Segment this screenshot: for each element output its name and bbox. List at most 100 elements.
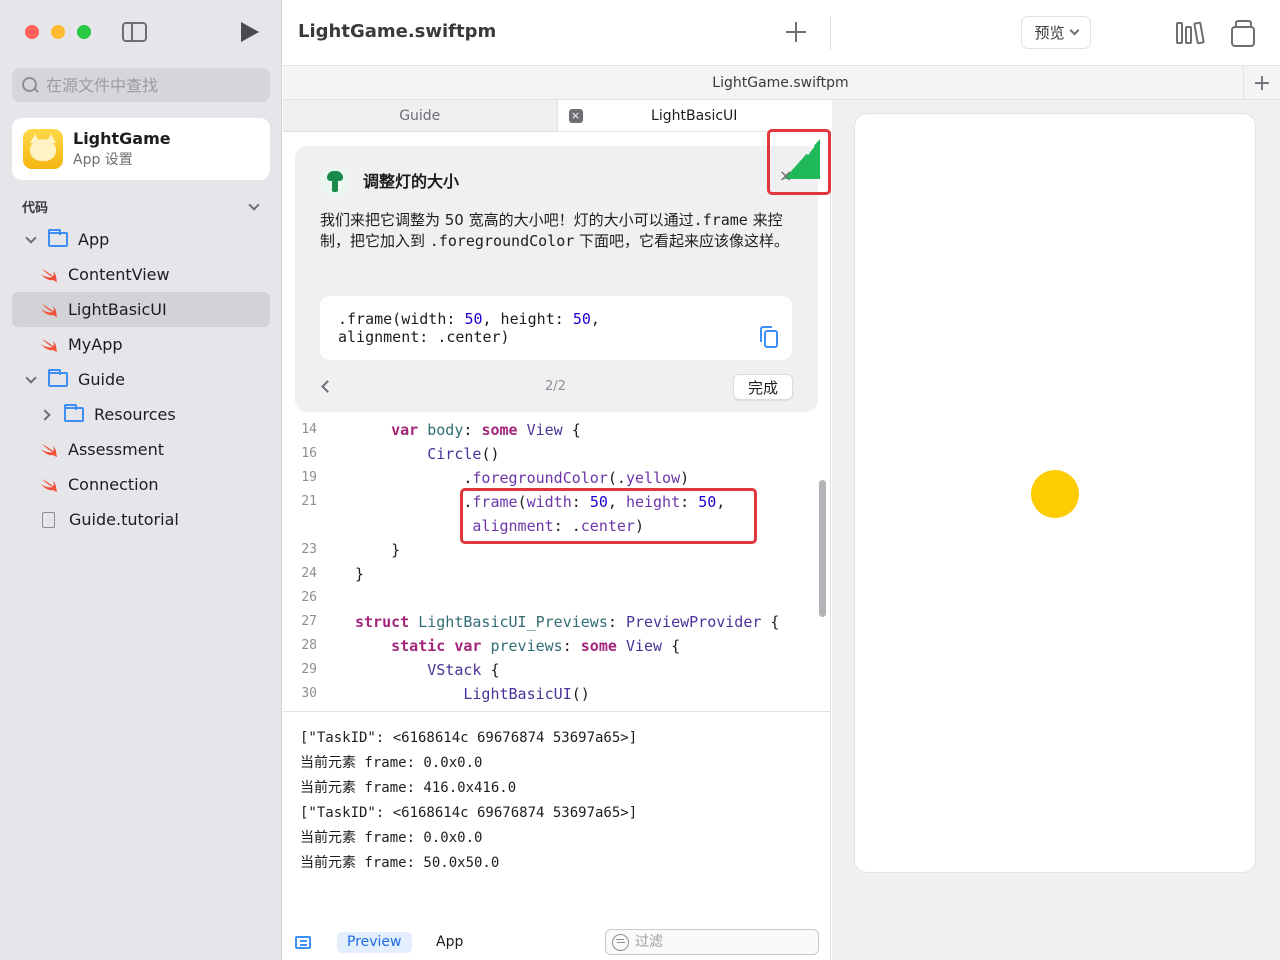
code-line[interactable]: 29 VStack { [283, 658, 831, 682]
chevron-down-icon[interactable] [24, 371, 38, 385]
code-line[interactable]: 19 .foregroundColor(.yellow) [283, 466, 831, 490]
tree-item-connection[interactable]: Connection [12, 467, 270, 502]
zoom-window-button[interactable] [77, 25, 91, 39]
code-line[interactable]: 24} [283, 562, 831, 586]
toolbar: LightGame.swiftpm 预览 [283, 0, 1280, 65]
tab-guide[interactable]: Guide [283, 100, 557, 131]
tree-item-label: ContentView [68, 265, 170, 284]
close-icon[interactable]: × [779, 166, 792, 185]
sidebar: LightGame App 设置 代码 App ContentView Ligh… [0, 0, 282, 960]
code-section-header[interactable]: 代码 [22, 197, 262, 216]
chevron-left-icon[interactable] [321, 380, 334, 393]
app-name: LightGame [73, 129, 171, 148]
library-icon[interactable] [1176, 20, 1205, 45]
plus-icon[interactable] [786, 22, 806, 42]
console-line: 当前元素 frame: 50.0x50.0 [300, 855, 500, 871]
windows-icon[interactable] [1231, 20, 1255, 47]
tree-item-label: App [78, 230, 110, 249]
preview-menu-label: 预览 [1034, 24, 1065, 42]
filter-input[interactable] [635, 934, 805, 950]
code-editor[interactable]: 14 var body: some View {16 Circle() 19 .f… [283, 418, 831, 708]
line-number: 24 [301, 566, 317, 581]
sidebar-toggle-icon[interactable] [122, 22, 147, 42]
tree-item-label: Assessment [68, 440, 164, 459]
line-number: 30 [301, 686, 317, 701]
console-line: ["TaskID": <6168614c 69676874 53697a65>] [300, 730, 638, 746]
code-line[interactable]: 16 Circle() [283, 442, 831, 466]
copy-icon[interactable] [760, 326, 778, 348]
code-line[interactable]: 30 LightBasicUI() [283, 682, 831, 706]
preview-menu-button[interactable]: 预览 [1021, 16, 1091, 49]
line-content: LightBasicUI() [463, 685, 590, 703]
console-line: 当前元素 frame: 0.0x0.0 [300, 830, 483, 846]
line-content: struct LightBasicUI_Previews: PreviewPro… [355, 613, 780, 631]
console-bottom-bar: Preview App [283, 928, 831, 960]
project-title: LightGame.swiftpm [298, 21, 497, 42]
chevron-down-icon [1069, 25, 1079, 36]
guide-title: 调整灯的大小 [363, 172, 460, 191]
close-window-button[interactable] [25, 25, 39, 39]
filter-icon [612, 933, 629, 951]
console-output: ["TaskID": <6168614c 69676874 53697a65>]… [283, 711, 831, 911]
search-icon [20, 75, 46, 95]
swift-file-icon [40, 442, 58, 458]
tree-item-contentview[interactable]: ContentView [12, 257, 270, 292]
tree-item-myapp[interactable]: MyApp [12, 327, 270, 362]
light-circle [1031, 470, 1079, 518]
checkmark-icon: ✓ [804, 141, 818, 160]
guide-card: 调整灯的大小 ✓ × 我们来把它调整为 50 宽高的大小吧！灯的大小可以通过.f… [295, 129, 831, 412]
tree-item-guide-tutorial[interactable]: Guide.tutorial [12, 502, 270, 537]
code-line[interactable]: 28 static var previews: some View { [283, 634, 831, 658]
document-tabbar: LightGame.swiftpm + [283, 65, 1280, 100]
folder-icon [64, 404, 84, 422]
close-icon[interactable]: × [568, 109, 583, 123]
line-number: 29 [301, 662, 317, 677]
line-number: 19 [301, 470, 317, 485]
minimize-window-button[interactable] [51, 25, 65, 39]
code-highlight-box [460, 488, 757, 544]
toolbar-divider [830, 16, 831, 50]
tree-item-assessment[interactable]: Assessment [12, 432, 270, 467]
editor-scrollbar[interactable] [819, 480, 826, 617]
run-icon[interactable] [241, 22, 259, 42]
tabbar-title[interactable]: LightGame.swiftpm [283, 75, 1278, 91]
done-button[interactable]: 完成 [733, 374, 793, 400]
tree-item-resources[interactable]: Resources [12, 397, 270, 432]
tree-item-guide[interactable]: Guide [12, 362, 270, 397]
app-icon [23, 129, 63, 169]
code-line[interactable]: 26 [283, 586, 831, 610]
tab-lightbasicui[interactable]: × LightBasicUI [556, 100, 831, 131]
list-icon[interactable] [295, 936, 311, 949]
line-number: 21 [301, 494, 317, 509]
add-tab-button[interactable]: + [1243, 66, 1280, 100]
chevron-down-icon[interactable] [24, 231, 38, 245]
filter-chip-preview[interactable]: Preview [337, 932, 412, 953]
tree-item-app[interactable]: App [12, 222, 270, 257]
source-search[interactable] [12, 68, 270, 102]
console-line: 当前元素 frame: 416.0x416.0 [300, 780, 517, 796]
filter-chip-app[interactable]: App [426, 932, 473, 953]
chevron-right-icon[interactable] [38, 408, 52, 422]
console-filter[interactable] [605, 929, 819, 955]
tree-item-label: MyApp [68, 335, 123, 354]
code-line[interactable]: 14 var body: some View { [283, 418, 831, 442]
swift-file-icon [40, 267, 58, 283]
editor-column: Guide × LightBasicUI 调整灯的大小 ✓ × 我们来把它调整为… [283, 100, 831, 960]
line-content: VStack { [427, 661, 500, 679]
swift-file-icon [40, 477, 58, 493]
line-content: } [355, 541, 401, 559]
chevron-down-icon[interactable] [248, 198, 260, 211]
app-settings-card[interactable]: LightGame App 设置 [12, 118, 270, 180]
preview-canvas[interactable] [855, 114, 1255, 872]
code-line[interactable]: 27 struct LightBasicUI_Previews: PreviewP… [283, 610, 831, 634]
app-subtitle: App 设置 [73, 152, 133, 168]
search-input[interactable] [46, 75, 246, 95]
line-number: 16 [301, 446, 317, 461]
guide-body: 我们来把它调整为 50 宽高的大小吧！灯的大小可以通过.frame 来控制，把它… [320, 211, 790, 250]
line-content: } [355, 565, 365, 583]
file-tree: App ContentView LightBasicUI MyApp Guide [12, 222, 270, 537]
window-controls [25, 25, 91, 39]
tree-item-lightbasicui[interactable]: LightBasicUI [12, 292, 270, 327]
line-content: .foregroundColor(.yellow) [355, 469, 690, 487]
folder-icon [48, 369, 68, 387]
